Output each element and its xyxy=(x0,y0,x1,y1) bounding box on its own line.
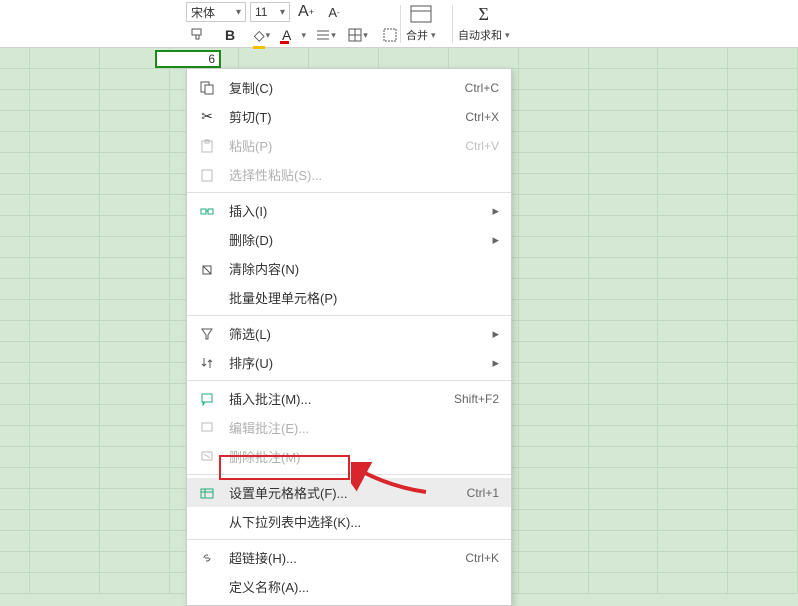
insert-icon xyxy=(197,201,217,221)
link-icon xyxy=(197,548,217,568)
format-cells-icon xyxy=(197,483,217,503)
wrap-text-button[interactable] xyxy=(378,25,402,45)
menu-separator xyxy=(187,315,511,316)
format-painter-button[interactable] xyxy=(186,25,210,45)
toolbar: 宋体▾ 11▾ A+ A- B ◇▾ A▾ ▾ ▾ 合并▾ Σ xyxy=(0,0,798,48)
menu-filter[interactable]: 筛选(L) ▸ xyxy=(187,319,511,348)
autosum-icon[interactable]: Σ xyxy=(470,3,498,25)
bold-button[interactable]: B xyxy=(218,25,242,45)
font-size-select[interactable]: 11▾ xyxy=(250,2,290,22)
menu-copy[interactable]: 复制(C) Ctrl+C xyxy=(187,73,511,102)
filter-icon xyxy=(197,324,217,344)
menu-separator xyxy=(187,539,511,540)
menu-separator xyxy=(187,474,511,475)
menu-edit-comment: 编辑批注(E)... xyxy=(187,413,511,442)
merge-label[interactable]: 合并▾ xyxy=(406,27,436,43)
comment-icon xyxy=(197,389,217,409)
menu-insert[interactable]: 插入(I) ▸ xyxy=(187,196,511,225)
autosum-label[interactable]: 自动求和▾ xyxy=(458,27,510,43)
paste-special-icon xyxy=(197,165,217,185)
menu-dropdown-select[interactable]: 从下拉列表中选择(K)... xyxy=(187,507,511,536)
menu-paste-special: 选择性粘贴(S)... xyxy=(187,160,511,189)
menu-hyperlink[interactable]: 超链接(H)... Ctrl+K xyxy=(187,543,511,572)
paste-icon xyxy=(197,136,217,156)
fill-color-button[interactable]: ◇▾ xyxy=(250,25,274,45)
decrease-font-button[interactable]: A- xyxy=(322,2,346,22)
submenu-arrow-icon: ▸ xyxy=(492,232,499,248)
menu-sort[interactable]: 排序(U) ▸ xyxy=(187,348,511,377)
align-button[interactable]: ▾ xyxy=(314,25,338,45)
menu-separator xyxy=(187,192,511,193)
clear-icon xyxy=(197,259,217,279)
menu-delete[interactable]: 删除(D) ▸ xyxy=(187,225,511,254)
menu-batch[interactable]: 批量处理单元格(P) xyxy=(187,283,511,312)
menu-paste: 粘贴(P) Ctrl+V xyxy=(187,131,511,160)
cell-value: 6 xyxy=(208,52,215,66)
sort-icon xyxy=(197,353,217,373)
menu-insert-comment[interactable]: 插入批注(M)... Shift+F2 xyxy=(187,384,511,413)
copy-icon xyxy=(197,78,217,98)
menu-cut[interactable]: ✂ 剪切(T) Ctrl+X xyxy=(187,102,511,131)
merge-icon[interactable] xyxy=(407,3,435,25)
menu-delete-comment: 删除批注(M) xyxy=(187,442,511,471)
delete-comment-icon xyxy=(197,447,217,467)
increase-font-button[interactable]: A+ xyxy=(294,2,318,22)
context-menu: 复制(C) Ctrl+C ✂ 剪切(T) Ctrl+X 粘贴(P) Ctrl+V… xyxy=(186,68,512,606)
cut-icon: ✂ xyxy=(197,107,217,127)
font-color-button[interactable]: A▾ xyxy=(282,25,306,45)
submenu-arrow-icon: ▸ xyxy=(492,355,499,371)
menu-format-cells[interactable]: 设置单元格格式(F)... Ctrl+1 xyxy=(187,478,511,507)
submenu-arrow-icon: ▸ xyxy=(492,203,499,219)
font-name-select[interactable]: 宋体▾ xyxy=(186,2,246,22)
edit-comment-icon xyxy=(197,418,217,438)
submenu-arrow-icon: ▸ xyxy=(492,326,499,342)
menu-define-name[interactable]: 定义名称(A)... xyxy=(187,572,511,601)
menu-clear[interactable]: 清除内容(N) xyxy=(187,254,511,283)
border-button[interactable]: ▾ xyxy=(346,25,370,45)
menu-separator xyxy=(187,380,511,381)
active-cell[interactable]: 6 xyxy=(155,50,221,68)
